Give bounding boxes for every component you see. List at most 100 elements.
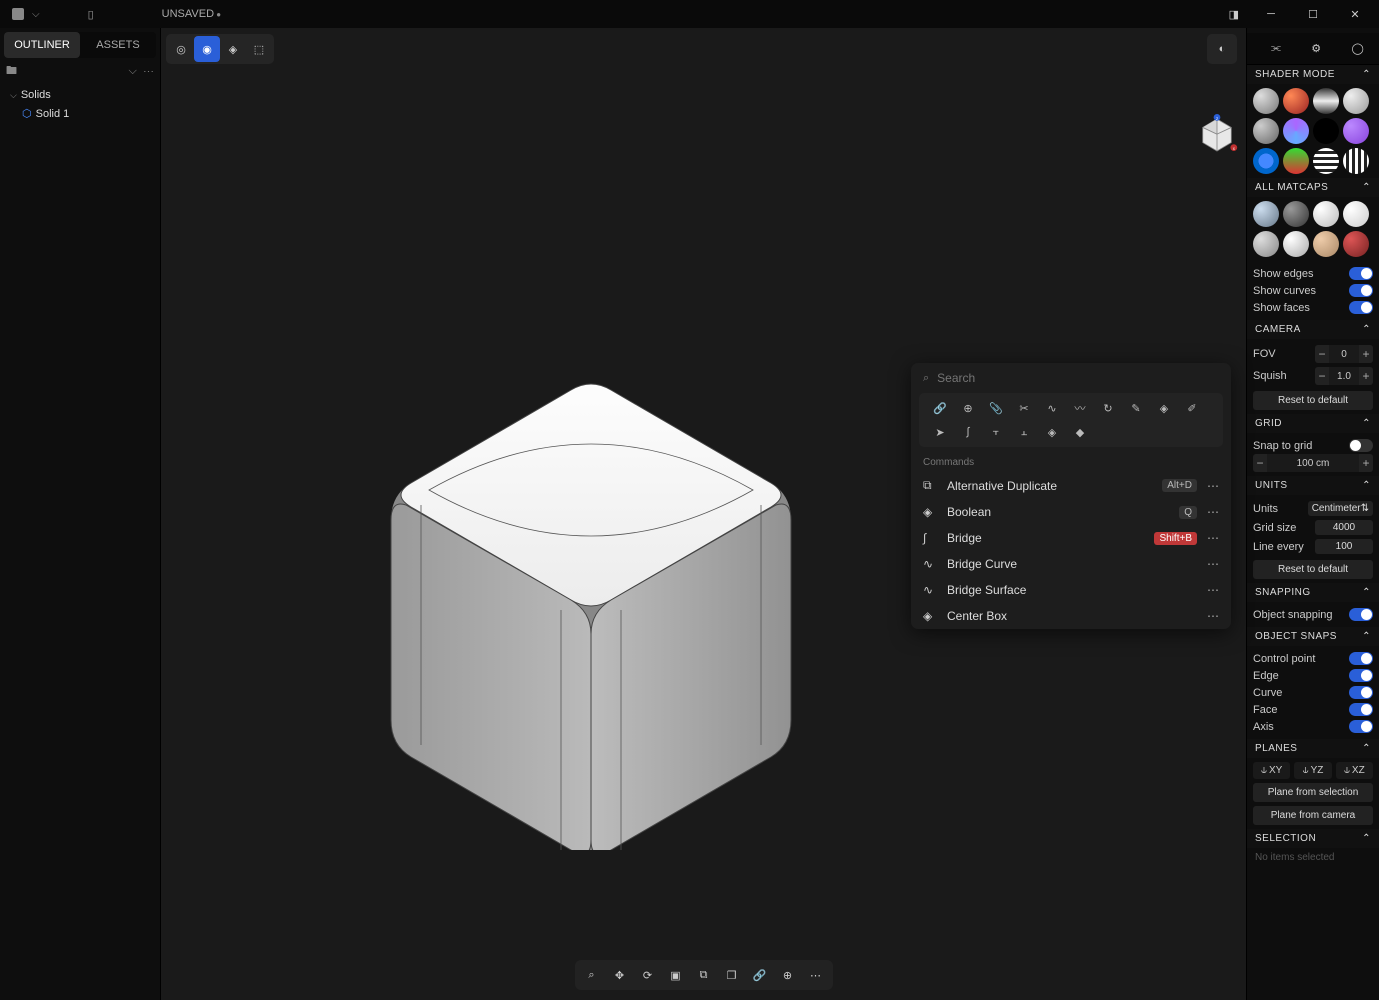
cmd-quick-cut-icon[interactable]: ✂ — [1011, 397, 1037, 419]
cmd-quick-sphere-icon[interactable]: ⊕ — [955, 397, 981, 419]
command-more-icon[interactable]: ⋯ — [1207, 557, 1219, 571]
lineevery-input[interactable]: 100 — [1315, 539, 1373, 554]
maximize-button[interactable]: ☐ — [1293, 0, 1333, 28]
panel-toggle-icon[interactable]: ◨ — [1229, 8, 1239, 21]
section-snapping[interactable]: SNAPPING⌃ — [1247, 583, 1379, 602]
shader-purple-icon[interactable] — [1343, 118, 1369, 144]
bb-refresh-icon[interactable]: ⟳ — [637, 964, 659, 986]
cmd-quick-tag-icon[interactable]: ◈ — [1039, 421, 1065, 443]
app-menu-chevron-icon[interactable]: ⌵ — [32, 9, 40, 20]
wireframe-icon[interactable]: ◈ — [220, 36, 246, 62]
section-planes[interactable]: PLANES⌃ — [1247, 739, 1379, 758]
matcap-5-icon[interactable] — [1253, 231, 1279, 257]
osnap-face-toggle[interactable] — [1349, 703, 1373, 716]
shader-black-icon[interactable] — [1313, 118, 1339, 144]
command-more-icon[interactable]: ⋯ — [1207, 505, 1219, 519]
command-row[interactable]: ∿Bridge Surface⋯ — [911, 577, 1231, 603]
shader-chrome-icon[interactable] — [1313, 88, 1339, 114]
fov-stepper[interactable]: −0+ — [1315, 345, 1373, 363]
shader-normal-icon[interactable] — [1283, 148, 1309, 174]
shader-iridescent-icon[interactable] — [1283, 118, 1309, 144]
bb-more-icon[interactable]: ⋯ — [805, 964, 827, 986]
section-shader-mode[interactable]: SHADER MODE⌃ — [1247, 65, 1379, 84]
plane-from-camera-button[interactable]: Plane from camera — [1253, 806, 1373, 825]
command-search-input[interactable] — [937, 371, 1219, 385]
shader-zebra-v-icon[interactable] — [1343, 148, 1369, 174]
matcap-1-icon[interactable] — [1253, 201, 1279, 227]
show-faces-toggle[interactable] — [1349, 301, 1373, 314]
cmd-quick-fill-icon[interactable]: ◆ — [1067, 421, 1093, 443]
tab-outliner[interactable]: OUTLINER — [4, 32, 80, 58]
cmd-quick-pin-icon[interactable]: ➤ — [927, 421, 953, 443]
bb-move-icon[interactable]: ✥ — [609, 964, 631, 986]
cmd-quick-spline-icon[interactable]: ∫ — [955, 421, 981, 443]
cmd-quick-attach-icon[interactable]: 📎 — [983, 397, 1009, 419]
osnap-axis-toggle[interactable] — [1349, 720, 1373, 733]
snap-grid-toggle[interactable] — [1349, 439, 1373, 452]
bb-select-icon[interactable]: ▣ — [665, 964, 687, 986]
shading-mode-icon[interactable]: ◉ — [194, 36, 220, 62]
matcap-3-icon[interactable] — [1313, 201, 1339, 227]
section-selection[interactable]: SELECTION⌃ — [1247, 829, 1379, 848]
osnap-cp-toggle[interactable] — [1349, 652, 1373, 665]
xray-icon[interactable]: ⬚ — [246, 36, 272, 62]
command-more-icon[interactable]: ⋯ — [1207, 609, 1219, 623]
show-edges-toggle[interactable] — [1349, 267, 1373, 280]
section-grid[interactable]: GRID⌃ — [1247, 414, 1379, 433]
section-all-matcaps[interactable]: ALL MATCAPS⌃ — [1247, 178, 1379, 197]
panel-icon[interactable]: ▯ — [88, 8, 94, 21]
gridsize-input[interactable]: 4000 — [1315, 520, 1373, 535]
command-row[interactable]: ◈BooleanQ⋯ — [911, 499, 1231, 525]
shader-matte-icon[interactable] — [1253, 88, 1279, 114]
plane-xz-button[interactable]: ⫝ XZ — [1336, 762, 1373, 779]
tree-root-solids[interactable]: ⌵Solids — [2, 86, 158, 104]
cmd-quick-box-icon[interactable]: ◈ — [1151, 397, 1177, 419]
tab-assets[interactable]: ASSETS — [80, 32, 156, 58]
cmd-quick-edit-icon[interactable]: ✐ — [1179, 397, 1205, 419]
grid-size-stepper[interactable]: −100 cm+ — [1253, 454, 1373, 472]
osnap-edge-toggle[interactable] — [1349, 669, 1373, 682]
bb-dup-icon[interactable]: ❐ — [721, 964, 743, 986]
section-units[interactable]: UNITS⌃ — [1247, 476, 1379, 495]
bb-search-icon[interactable]: ⌕ — [581, 964, 603, 986]
rp-axes-icon[interactable]: ⫘ — [1271, 42, 1281, 55]
more-icon[interactable]: ⋯ — [143, 65, 154, 77]
section-camera[interactable]: CAMERA⌃ — [1247, 320, 1379, 339]
minimize-button[interactable]: ─ — [1251, 0, 1291, 28]
plane-xy-button[interactable]: ⫝ XY — [1253, 762, 1290, 779]
cmd-quick-align-icon[interactable]: ⫟ — [983, 421, 1009, 443]
app-logo[interactable] — [12, 8, 24, 20]
collapse-icon[interactable]: ⌵ — [129, 65, 137, 77]
bb-shape-icon[interactable]: ⊕ — [777, 964, 799, 986]
shader-zebra-h-icon[interactable] — [1313, 148, 1339, 174]
perspective-toggle-icon[interactable]: ◎ — [168, 36, 194, 62]
command-row[interactable]: ◈Center Box⋯ — [911, 603, 1231, 629]
close-button[interactable]: ✕ — [1335, 0, 1375, 28]
obj-snap-toggle[interactable] — [1349, 608, 1373, 621]
shader-grey-icon[interactable] — [1253, 118, 1279, 144]
cmd-quick-merge-icon[interactable]: ⫠ — [1011, 421, 1037, 443]
folder-icon[interactable]: 🖿 — [6, 62, 17, 81]
command-more-icon[interactable]: ⋯ — [1207, 583, 1219, 597]
units-reset-button[interactable]: Reset to default — [1253, 560, 1373, 579]
rp-globe-icon[interactable]: ◯ — [1352, 42, 1364, 55]
bb-link-icon[interactable]: 🔗 — [749, 964, 771, 986]
command-row[interactable]: ∫BridgeShift+B⋯ — [911, 525, 1231, 551]
matcap-6-icon[interactable] — [1283, 231, 1309, 257]
camera-reset-button[interactable]: Reset to default — [1253, 391, 1373, 410]
orientation-gizmo[interactable]: z x — [1196, 114, 1238, 156]
cmd-quick-link-icon[interactable]: 🔗 — [927, 397, 953, 419]
units-select[interactable]: Centimeter⇅ — [1308, 501, 1373, 516]
cmd-quick-pen-icon[interactable]: ✎ — [1123, 397, 1149, 419]
plane-from-selection-button[interactable]: Plane from selection — [1253, 783, 1373, 802]
overlay-toggle-icon[interactable]: ◐ — [1209, 36, 1235, 62]
osnap-curve-toggle[interactable] — [1349, 686, 1373, 699]
cmd-quick-rotate-icon[interactable]: ↻ — [1095, 397, 1121, 419]
command-row[interactable]: ∿Bridge Curve⋯ — [911, 551, 1231, 577]
matcap-7-icon[interactable] — [1313, 231, 1339, 257]
shader-clay-icon[interactable] — [1283, 88, 1309, 114]
command-more-icon[interactable]: ⋯ — [1207, 531, 1219, 545]
tree-item-solid1[interactable]: ⬡Solid 1 — [2, 104, 158, 123]
squish-stepper[interactable]: −1.0+ — [1315, 367, 1373, 385]
matcap-2-icon[interactable] — [1283, 201, 1309, 227]
